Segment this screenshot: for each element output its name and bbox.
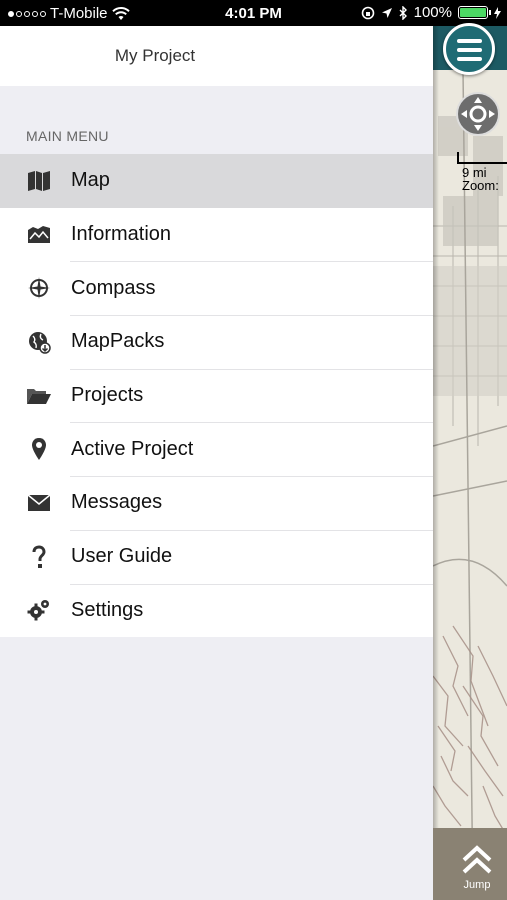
menu-item-projects[interactable]: Projects <box>0 368 433 423</box>
information-icon <box>26 222 52 248</box>
menu-label: Map <box>71 169 110 192</box>
menu-label: Projects <box>71 384 144 407</box>
menu-item-mappacks[interactable]: MapPacks <box>0 315 433 369</box>
menu-label: Active Project <box>71 437 194 460</box>
jump-label: Jump <box>463 879 491 891</box>
globe-download-icon <box>26 329 52 355</box>
menu-label: Information <box>71 223 172 246</box>
menu-label: Messages <box>71 491 163 514</box>
location-pin-icon <box>26 436 52 462</box>
jump-button[interactable]: Jump <box>433 828 507 900</box>
drawer-shadow <box>433 26 439 900</box>
double-chevron-up-icon <box>462 845 492 874</box>
menu-item-active-project[interactable]: Active Project <box>0 422 433 476</box>
zoom-label: Zoom: <box>462 178 499 193</box>
status-right: 100% <box>361 4 501 21</box>
compass-icon <box>26 275 52 301</box>
bluetooth-icon <box>399 5 407 20</box>
menu-item-user-guide[interactable]: User Guide <box>0 529 433 584</box>
gears-icon <box>26 597 52 623</box>
menu-label: User Guide <box>71 545 173 568</box>
location-arrow-icon <box>381 7 392 18</box>
envelope-icon <box>26 490 52 516</box>
menu-label: Compass <box>71 276 156 299</box>
question-icon <box>26 544 52 570</box>
menu-item-information[interactable]: Information <box>0 208 433 262</box>
battery-icon <box>458 6 491 19</box>
main-menu-header: MAIN MENU <box>26 128 109 144</box>
crosshair-icon <box>461 97 495 131</box>
menu-label: Settings <box>71 598 144 621</box>
status-bar: T-Mobile 4:01 PM 100% <box>0 0 507 26</box>
navigation-drawer: My Project MAIN MENU Map Information Com… <box>0 26 433 900</box>
main-menu: Map Information Compass MapPacks Project… <box>0 154 433 638</box>
drawer-header: My Project <box>0 26 433 86</box>
menu-toggle-button[interactable] <box>443 23 495 75</box>
screen-rotation-lock-icon <box>361 6 374 19</box>
map-scale: 9 mi Zoom: <box>457 152 507 192</box>
menu-item-compass[interactable]: Compass <box>0 261 433 315</box>
locate-me-button[interactable] <box>456 92 500 136</box>
charging-bolt-icon <box>494 6 501 19</box>
map-icon <box>26 168 52 194</box>
menu-label: MapPacks <box>71 330 165 353</box>
project-title: My Project <box>114 46 196 65</box>
menu-item-settings[interactable]: Settings <box>0 583 433 638</box>
battery-percent: 100% <box>413 4 452 21</box>
menu-item-messages[interactable]: Messages <box>0 476 433 530</box>
scale-bar <box>457 152 507 164</box>
menu-item-map[interactable]: Map <box>0 154 433 208</box>
folder-icon <box>26 383 52 409</box>
